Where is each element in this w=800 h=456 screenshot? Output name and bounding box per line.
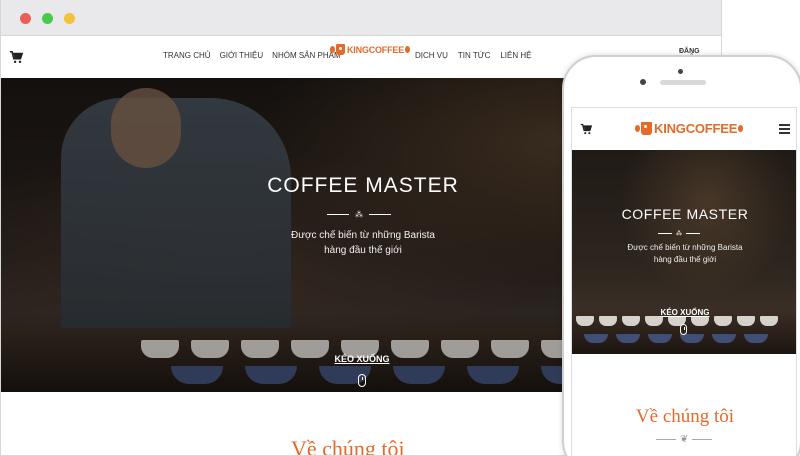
maximize-window-button[interactable] <box>64 13 75 24</box>
mobile-nav-bar: KINGCOFFEE <box>572 108 796 150</box>
mobile-screen: KINGCOFFEE COFFEE MASTER ⁂ Được chế biến… <box>571 107 797 456</box>
hero-title: COFFEE MASTER <box>267 174 459 197</box>
nav-item-news[interactable]: TIN TỨC <box>458 51 490 60</box>
mobile-hero-banner: COFFEE MASTER ⁂ Được chế biến từ những B… <box>572 150 796 354</box>
about-section-title: Về chúng tôi <box>291 436 405 456</box>
scroll-down-button[interactable]: KÉO XUỐNG <box>326 354 398 364</box>
minimize-window-button[interactable] <box>42 13 53 24</box>
coffee-bean-icon <box>405 46 411 53</box>
hero-divider: ⁂ <box>327 210 391 219</box>
mobile-cups-row <box>576 316 783 326</box>
nav-item-contact[interactable]: LIÊN HỆ <box>500 51 531 60</box>
coffee-bean-icon <box>330 46 335 53</box>
phone-sensor <box>678 69 683 74</box>
hero-subtitle-line2: hàng đầu thế giới <box>324 245 402 256</box>
browser-titlebar <box>1 0 721 36</box>
mobile-site-logo[interactable]: KINGCOFFEE <box>634 121 744 136</box>
mobile-hero-subtitle-line1: Được chế biến từ những Barista <box>627 243 743 252</box>
mobile-hero-title: COFFEE MASTER <box>621 206 749 222</box>
coffee-cup-icon <box>641 122 652 135</box>
hero-subtitle-line1: Được chế biến từ những Barista <box>291 230 435 241</box>
hero-subtitle: Được chế biến từ những Barista hàng đầu … <box>256 228 470 258</box>
mobile-hero-subtitle: Được chế biến từ những Barista hàng đầu … <box>602 242 768 266</box>
mobile-logo-text: KINGCOFFEE <box>654 121 738 136</box>
hamburger-icon[interactable] <box>779 124 790 134</box>
mockup-stage: TRANG CHỦ GIỚI THIỆU NHÓM SẢN PHẨM KINGC… <box>0 0 800 456</box>
coffee-bean-icon: ⁂ <box>676 231 682 237</box>
nav-item-home[interactable]: TRANG CHỦ <box>163 51 211 60</box>
nav-item-about[interactable]: GIỚI THIỆU <box>220 51 264 60</box>
logo-text: KINGCOFFEE <box>347 44 405 55</box>
phone-speaker <box>660 80 706 85</box>
mobile-hero-divider: ⁂ <box>658 230 700 237</box>
mobile-about-section-title: Về chúng tôi <box>635 406 735 427</box>
site-logo[interactable]: KINGCOFFEE <box>329 44 411 55</box>
mobile-bean-bowls-row <box>584 334 776 343</box>
nav-menu-left: TRANG CHỦ GIỚI THIỆU NHÓM SẢN PHẨM <box>163 51 350 60</box>
close-window-button[interactable] <box>20 13 31 24</box>
nav-item-services[interactable]: DỊCH VỤ <box>415 51 448 60</box>
mobile-phone-frame: KINGCOFFEE COFFEE MASTER ⁂ Được chế biến… <box>562 55 800 456</box>
coffee-cup-icon <box>336 44 345 55</box>
phone-camera <box>640 79 646 85</box>
mouse-scroll-icon[interactable] <box>358 374 366 387</box>
cart-icon[interactable] <box>580 123 592 135</box>
coffee-bean-icon <box>738 125 744 132</box>
mouse-scroll-icon[interactable] <box>680 324 687 335</box>
nav-menu-right: DỊCH VỤ TIN TỨC LIÊN HỆ <box>415 51 541 60</box>
coffee-bean-icon <box>635 125 640 132</box>
ornament-icon: ❦ <box>680 434 689 445</box>
mobile-scroll-down-button[interactable]: KÉO XUỐNG <box>644 308 726 317</box>
coffee-bean-icon: ⁂ <box>355 210 363 219</box>
mobile-hero-subtitle-line2: hàng đầu thế giới <box>653 255 717 264</box>
mobile-about-ornament: ❦ <box>656 434 713 445</box>
cart-icon[interactable] <box>9 50 23 64</box>
